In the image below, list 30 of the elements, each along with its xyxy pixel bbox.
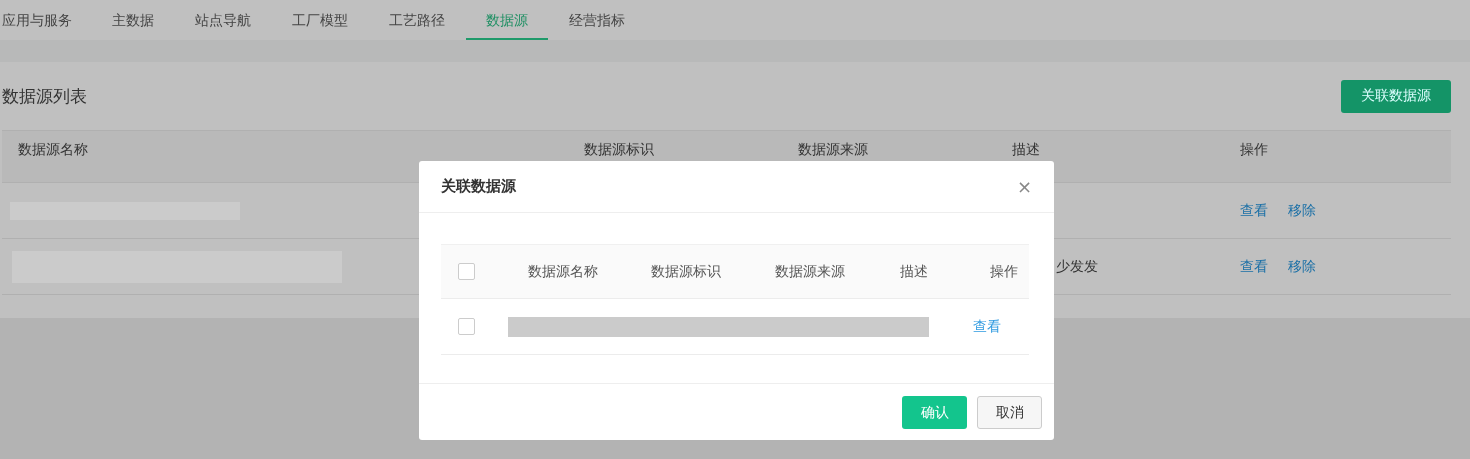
tab[interactable]: 应用与服务	[2, 0, 92, 40]
section-title: 数据源列表	[2, 84, 87, 108]
checkbox[interactable]	[458, 263, 475, 280]
column-header: 数据源名称	[17, 141, 89, 159]
tab[interactable]: 工厂模型	[272, 0, 368, 40]
link-datasource-button[interactable]: 关联数据源	[1341, 79, 1451, 113]
action-link[interactable]: 移除	[1288, 257, 1316, 276]
cancel-button[interactable]: 取消	[977, 396, 1042, 429]
checkbox[interactable]	[458, 318, 475, 335]
column-header: 描述	[1012, 141, 1041, 159]
column-header: 数据源标识	[584, 141, 655, 159]
tab[interactable]: 经营指标	[549, 0, 645, 40]
action-link[interactable]: 移除	[1288, 201, 1316, 220]
column-header: 数据源来源	[798, 141, 869, 159]
tab[interactable]: 主数据	[92, 0, 174, 40]
action-link[interactable]: 查看	[973, 317, 1029, 336]
action-link[interactable]: 查看	[1240, 257, 1268, 276]
tab[interactable]: 工艺路径	[369, 0, 465, 40]
column-header: 描述	[900, 262, 929, 281]
tab[interactable]: 站点导航	[175, 0, 271, 40]
confirm-button[interactable]: 确认	[902, 396, 967, 429]
table-cell: 少发发	[1056, 257, 1098, 274]
action-link[interactable]: 查看	[1240, 201, 1268, 220]
column-header: 操作	[1240, 141, 1269, 159]
column-header: 数据源来源	[775, 262, 846, 281]
dialog-title: 关联数据源	[441, 177, 516, 196]
close-icon[interactable]: ×	[1016, 176, 1032, 197]
column-header: 数据源标识	[651, 262, 722, 281]
column-header: 数据源名称	[528, 262, 599, 281]
column-header: 操作	[990, 262, 1019, 281]
